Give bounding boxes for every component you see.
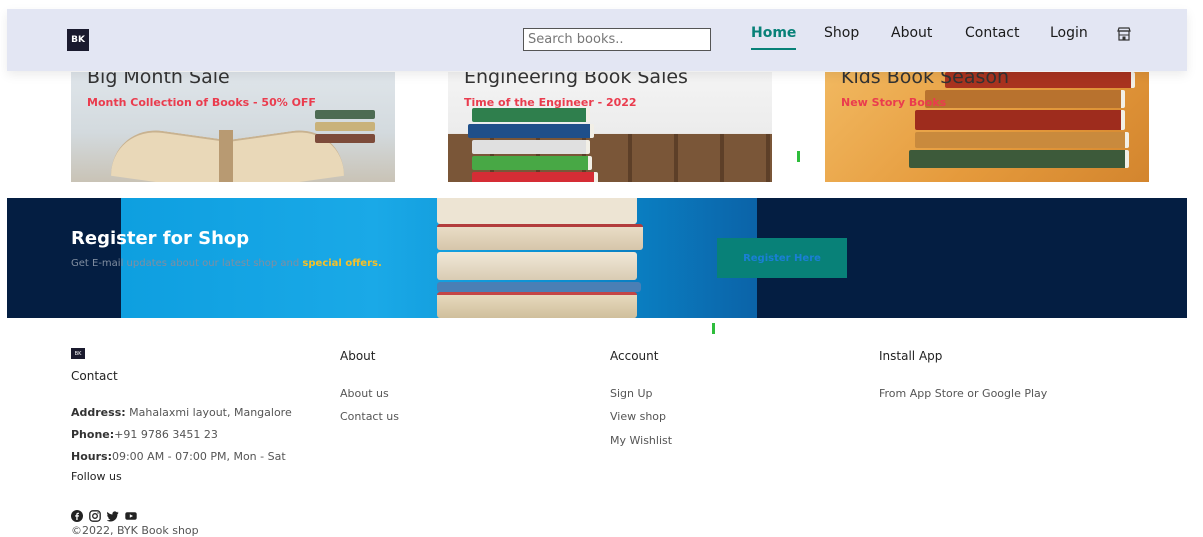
shop-icon[interactable]	[1116, 26, 1132, 42]
book-stack-image	[468, 108, 602, 182]
instagram-icon[interactable]	[89, 507, 101, 522]
phone-label: Phone:	[71, 428, 115, 441]
banner-title: Big Month Sale	[87, 72, 230, 88]
nav-contact[interactable]: Contact	[965, 25, 1019, 41]
footer-hours: Hours:09:00 AM - 07:00 PM, Mon - Sat	[71, 450, 286, 463]
footer-link-sign-up[interactable]: Sign Up	[610, 387, 653, 400]
nav-home[interactable]: Home	[751, 25, 797, 50]
youtube-icon[interactable]	[125, 507, 137, 520]
banner-title: Kids Book Season	[841, 72, 1010, 88]
footer-address: Address: Mahalaxmi layout, Mangalore	[71, 406, 292, 419]
copyright: ©2022, BYK Book shop	[71, 524, 199, 537]
nav-shop[interactable]: Shop	[824, 25, 859, 41]
footer-contact-heading: Contact	[71, 369, 118, 383]
banner-subtitle: New Story Books	[841, 96, 947, 109]
footer-phone: Phone:+91 9786 3451 23	[71, 428, 218, 441]
footer-about-heading: About	[340, 349, 376, 363]
address-label: Address:	[71, 406, 126, 419]
footer-link-contact-us[interactable]: Contact us	[340, 410, 399, 423]
footer-link-about-us[interactable]: About us	[340, 387, 389, 400]
hours-label: Hours:	[71, 450, 112, 463]
facebook-icon[interactable]	[71, 507, 83, 522]
banner-engineering-book-sales[interactable]: Engineering Book Sales Time of the Engin…	[448, 72, 772, 182]
register-button[interactable]: Register Here	[717, 238, 847, 278]
nav-login[interactable]: Login	[1050, 25, 1088, 41]
open-book-image	[101, 112, 351, 182]
banner-kids-book-season[interactable]: Kids Book Season New Story Books	[825, 72, 1149, 182]
footer-install-app-heading: Install App	[879, 349, 943, 363]
hours-value: 09:00 AM - 07:00 PM, Mon - Sat	[111, 450, 286, 463]
register-section: Register for Shop Get E-mail updates abo…	[7, 198, 1187, 318]
section-indicator	[712, 323, 715, 334]
book-stack-image	[437, 198, 643, 318]
register-title: Register for Shop	[71, 228, 250, 249]
carousel-indicator	[797, 151, 800, 162]
banner-big-month-sale[interactable]: Big Month Sale Month Collection of Books…	[71, 72, 395, 182]
footer-logo[interactable]: BK	[71, 348, 85, 359]
search-input[interactable]	[523, 28, 711, 51]
register-subtitle: Get E-mail updates about our latest shop…	[71, 258, 382, 269]
social-icons	[71, 507, 137, 522]
banner-subtitle: Month Collection of Books - 50% OFF	[87, 96, 316, 109]
nav-about[interactable]: About	[891, 25, 932, 41]
shelf-books-image	[315, 110, 375, 150]
follow-us-label: Follow us	[71, 470, 122, 483]
navbar: BK Home Shop About Contact Login	[7, 9, 1187, 71]
banner-title: Engineering Book Sales	[464, 72, 688, 88]
banner-subtitle: Time of the Engineer - 2022	[464, 96, 637, 109]
footer-app-store-text[interactable]: From App Store or Google Play	[879, 387, 1047, 400]
twitter-icon[interactable]	[106, 507, 119, 522]
footer-account-heading: Account	[610, 349, 659, 363]
register-text: Get E-mail updates about our latest shop…	[71, 258, 300, 269]
footer-link-view-shop[interactable]: View shop	[610, 410, 666, 423]
footer-link-my-wishlist[interactable]: My Wishlist	[610, 434, 672, 447]
address-value: Mahalaxmi layout, Mangalore	[129, 406, 292, 419]
register-highlight: special offers.	[302, 258, 382, 269]
logo[interactable]: BK	[67, 29, 89, 51]
phone-value: +91 9786 3451 23	[114, 428, 218, 441]
